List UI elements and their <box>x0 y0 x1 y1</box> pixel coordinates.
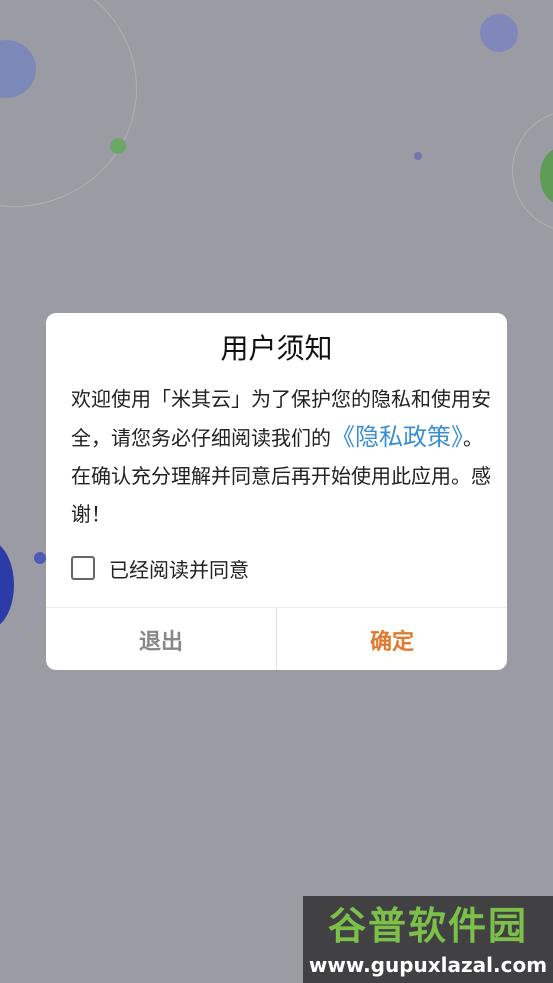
site-watermark: 谷普软件园 www.gupuxlazal.com <box>303 896 553 983</box>
agree-checkbox-row[interactable]: 已经阅读并同意 <box>71 553 249 583</box>
user-notice-dialog: 用户须知 欢迎使用「米其云」为了保护您的隐私和使用安全，请您务必仔细阅读我们的《… <box>46 313 507 670</box>
background-dot <box>414 152 422 160</box>
dialog-message: 欢迎使用「米其云」为了保护您的隐私和使用安全，请您务必仔细阅读我们的《隐私政策》… <box>71 380 491 533</box>
agree-checkbox[interactable] <box>71 556 95 580</box>
dialog-title: 用户须知 <box>220 332 333 365</box>
watermark-url: www.gupuxlazal.com <box>308 953 548 977</box>
background-dot <box>110 138 126 154</box>
confirm-button[interactable]: 确定 <box>277 608 507 670</box>
privacy-policy-link[interactable]: 《隐私政策》 <box>331 423 463 451</box>
background-dot <box>34 552 46 564</box>
watermark-brand: 谷普软件园 <box>327 904 528 948</box>
agree-label[interactable]: 已经阅读并同意 <box>109 554 249 583</box>
exit-button[interactable]: 退出 <box>46 608 277 670</box>
app-screen: 用户须知 欢迎使用「米其云」为了保护您的隐私和使用安全，请您务必仔细阅读我们的《… <box>0 0 553 983</box>
dialog-button-row: 退出 确定 <box>46 607 507 670</box>
background-circle <box>480 14 518 52</box>
background-ring <box>0 0 137 207</box>
